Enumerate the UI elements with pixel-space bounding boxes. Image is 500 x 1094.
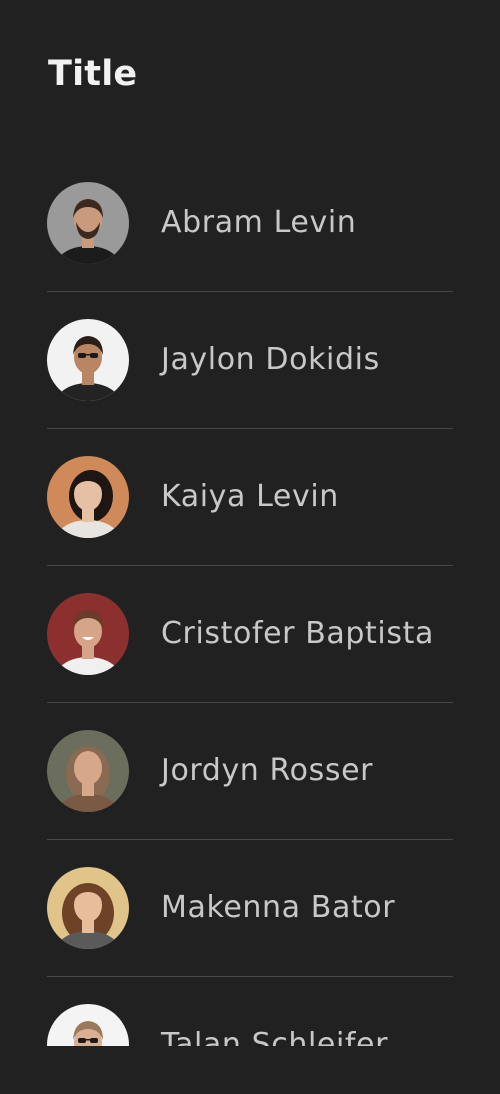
contact-name: Jaylon Dokidis (161, 342, 380, 377)
avatar-portrait (47, 730, 129, 812)
list-item[interactable]: Kaiya Levin (47, 429, 453, 566)
avatar (47, 730, 129, 812)
list-item[interactable]: Jaylon Dokidis (47, 292, 453, 429)
contact-list[interactable]: Abram Levin Jaylon Dokidis Kaiya Levin C… (47, 155, 453, 1046)
avatar-portrait (47, 593, 129, 675)
list-item[interactable]: Talan Schleifer (47, 977, 453, 1046)
avatar-portrait (47, 867, 129, 949)
avatar (47, 182, 129, 264)
contact-name: Makenna Bator (161, 890, 396, 925)
page-title: Title (48, 54, 138, 94)
contact-name: Kaiya Levin (161, 479, 339, 514)
avatar (47, 1004, 129, 1046)
contact-name: Abram Levin (161, 205, 357, 240)
list-item[interactable]: Jordyn Rosser (47, 703, 453, 840)
avatar (47, 456, 129, 538)
avatar-portrait (47, 182, 129, 264)
avatar (47, 319, 129, 401)
contact-name: Talan Schleifer (161, 1027, 389, 1046)
avatar-portrait (47, 456, 129, 538)
contact-name: Jordyn Rosser (161, 753, 374, 788)
avatar (47, 867, 129, 949)
avatar-portrait (47, 1004, 129, 1046)
list-item[interactable]: Cristofer Baptista (47, 566, 453, 703)
list-item[interactable]: Makenna Bator (47, 840, 453, 977)
avatar (47, 593, 129, 675)
avatar-portrait (47, 319, 129, 401)
contacts-screen: Title Abram Levin Jaylon Dokidis Kaiya L… (0, 0, 500, 1094)
contact-name: Cristofer Baptista (161, 616, 434, 651)
list-item[interactable]: Abram Levin (47, 155, 453, 292)
